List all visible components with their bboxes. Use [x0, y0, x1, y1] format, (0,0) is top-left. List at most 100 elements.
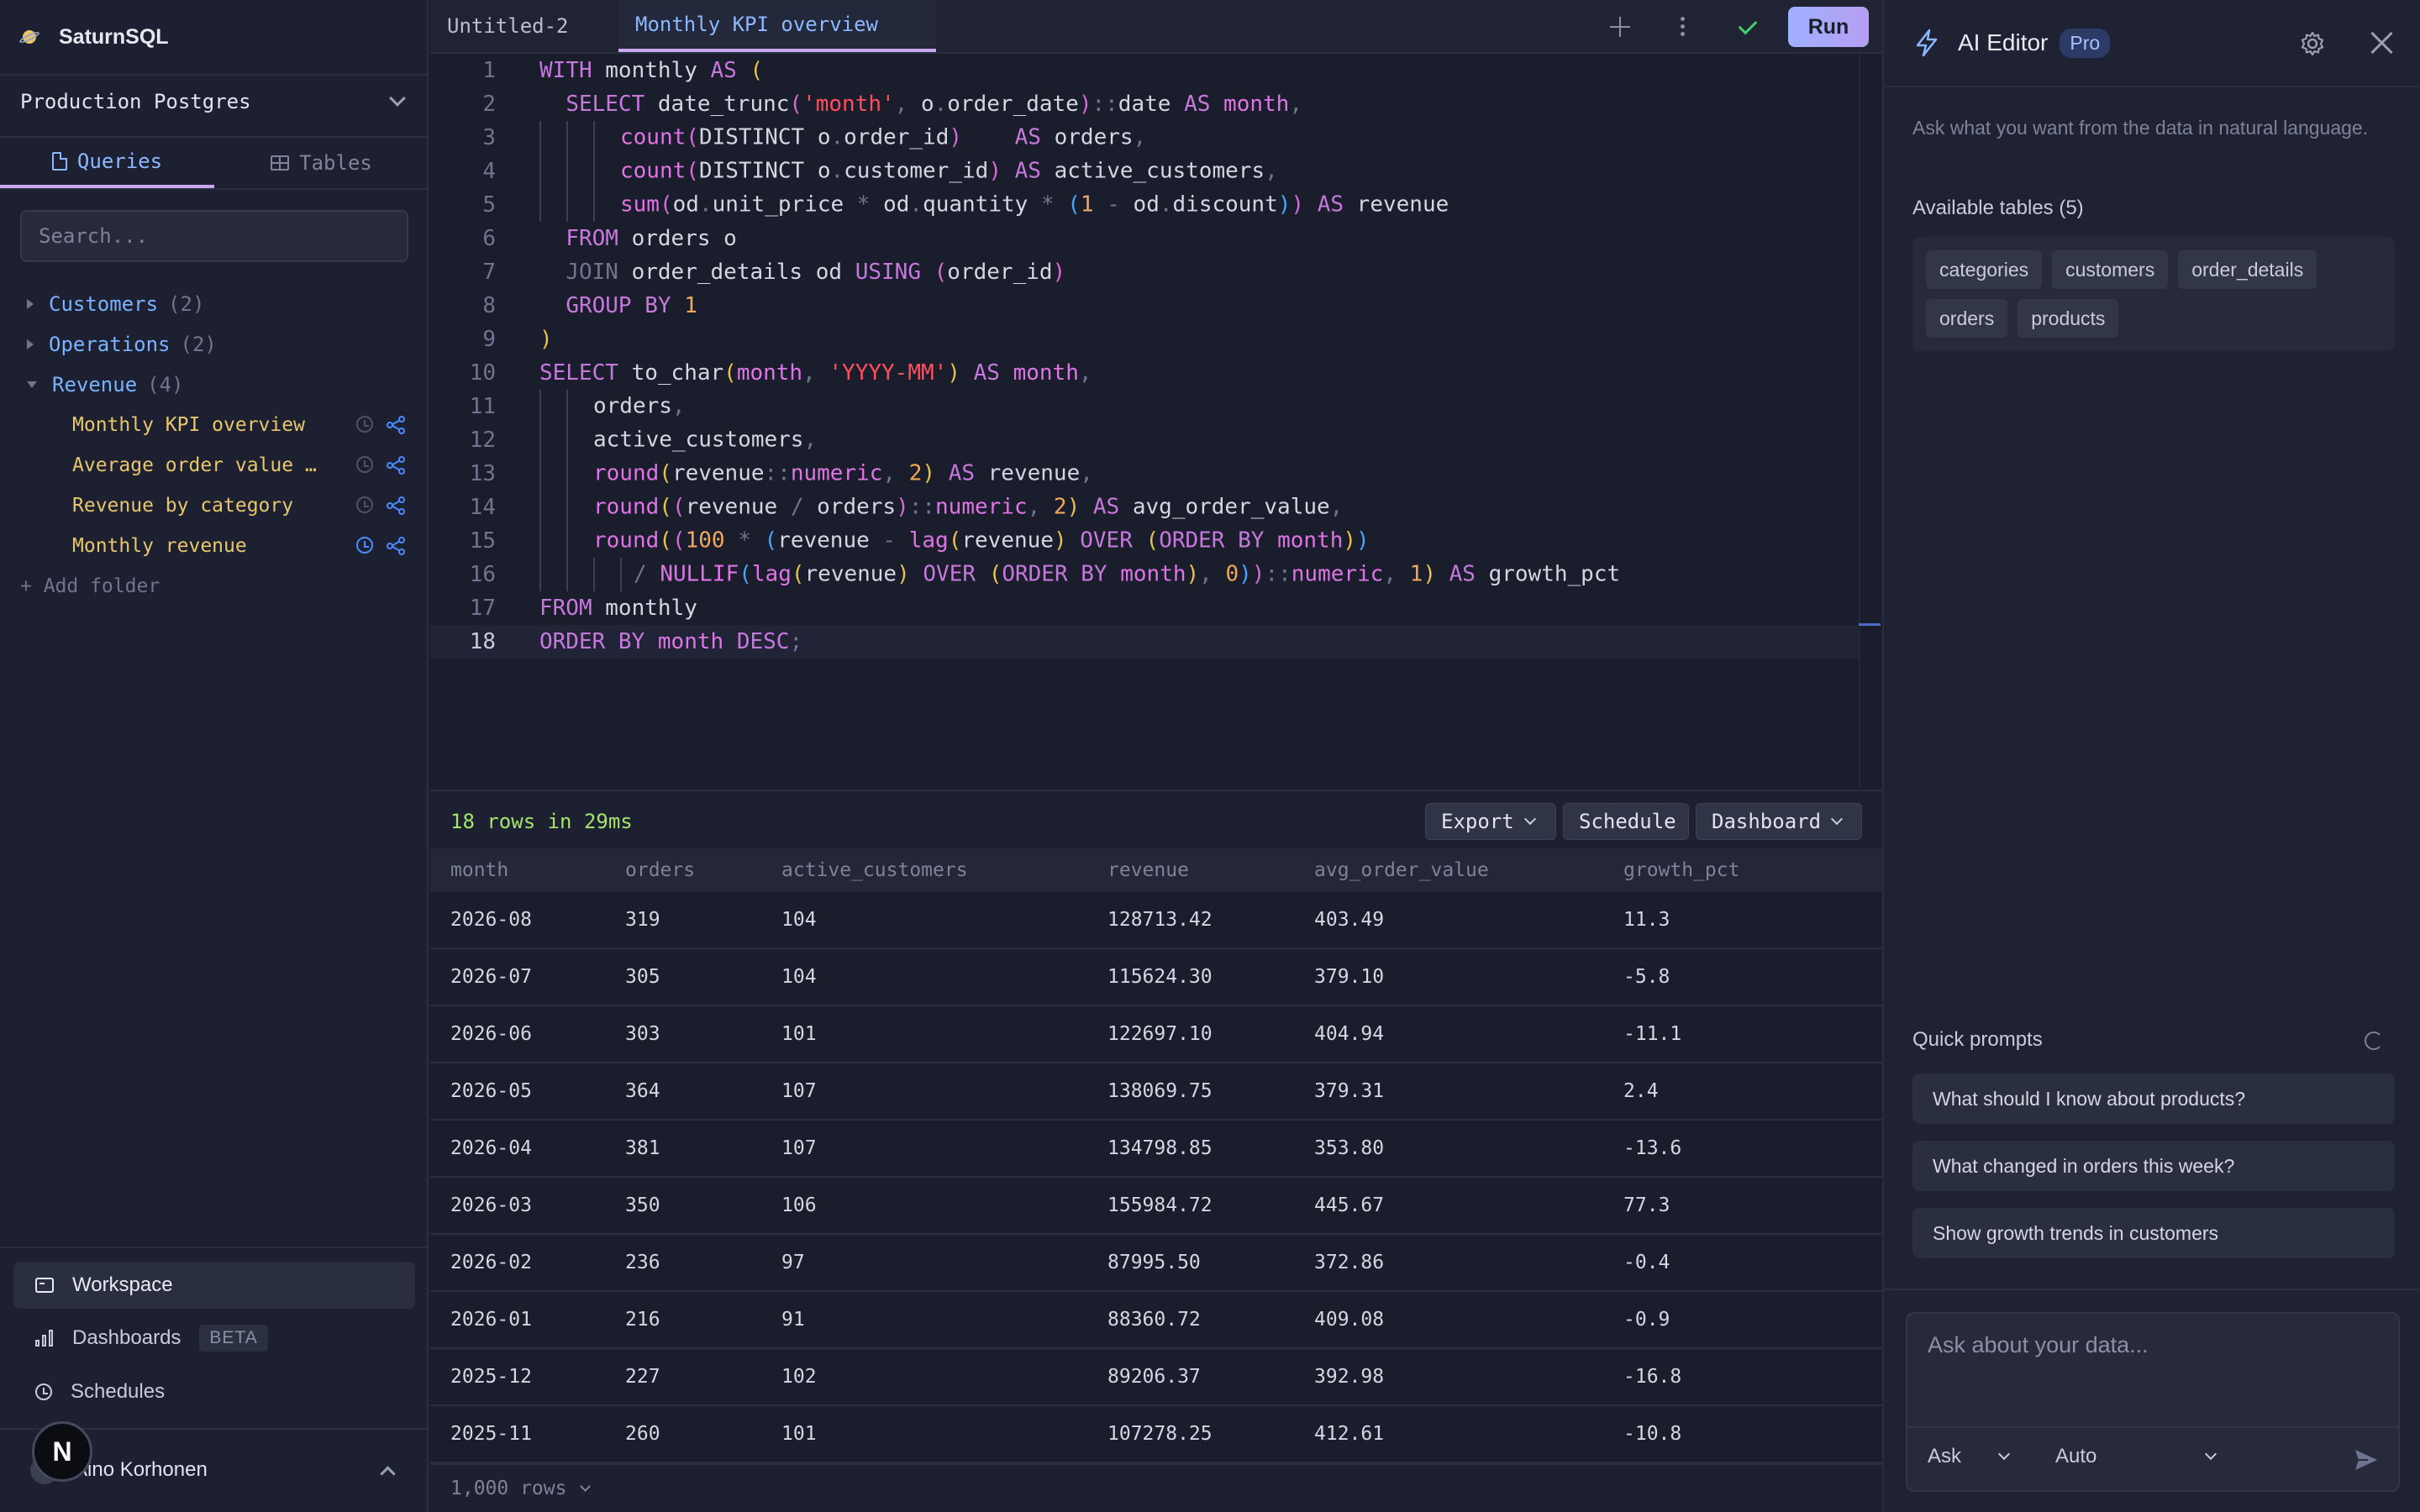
table-cell: 445.67 [1314, 1194, 1385, 1216]
table-row[interactable]: 2026-01 216 91 88360.72 409.08 -0.9 [430, 1292, 1882, 1349]
table-cell: 2026-05 [450, 1080, 532, 1102]
nav-workspace[interactable]: Workspace [13, 1262, 415, 1309]
quick-prompt[interactable]: Show growth trends in customers [1912, 1208, 2395, 1258]
folder-operations[interactable]: Operations (2) [0, 324, 429, 365]
tab-label: Queries [76, 150, 163, 173]
tab-tables[interactable]: Tables [214, 138, 429, 188]
schedule-active-icon[interactable] [356, 537, 373, 554]
table-chip[interactable]: orders [1926, 299, 2008, 338]
table-row[interactable]: 2026-07 305 104 115624.30 379.10 -5.8 [430, 949, 1882, 1006]
query-item[interactable]: Revenue by category [0, 486, 429, 526]
tab-monthly-kpi-overview[interactable]: Monthly KPI overview [618, 0, 936, 52]
table-cell: 104 [781, 909, 817, 931]
table-cell: 107 [781, 1137, 817, 1159]
tab-untitled-2[interactable]: Untitled-2 [430, 0, 617, 52]
ai-input-placeholder: Ask about your data... [1928, 1332, 2149, 1357]
schedule-icon[interactable] [356, 456, 373, 473]
code-line: 1 WITH monthly AS ( [482, 58, 764, 83]
share-icon[interactable] [387, 496, 405, 515]
table-cell: 260 [625, 1423, 660, 1445]
table-cell: 91 [781, 1309, 805, 1331]
code-line: 11 orders, [430, 390, 1859, 423]
results-summary: 18 rows in 29ms [450, 810, 633, 833]
table-row[interactable]: 2026-08 319 104 128713.42 403.49 11.3 [430, 892, 1882, 949]
table-cell: 11.3 [1623, 909, 1670, 931]
user-name: Aino Korhonen [74, 1458, 208, 1481]
code-line: 2 SELECT date_trunc('month', o.order_dat… [482, 92, 1302, 117]
add-folder-button[interactable]: + Add folder [0, 566, 429, 606]
column-header[interactable]: month [430, 859, 605, 881]
tab-queries[interactable]: Queries [0, 138, 214, 188]
nav-dashboards[interactable]: Dashboards BETA [13, 1315, 415, 1362]
query-name: Monthly KPI overview [72, 414, 305, 436]
lightning-icon [1914, 29, 1939, 57]
column-header[interactable]: orders [605, 859, 761, 881]
table-cell: -16.8 [1623, 1366, 1682, 1388]
column-header[interactable]: revenue [1087, 859, 1294, 881]
column-header[interactable]: growth_pct [1603, 859, 1882, 881]
table-row[interactable]: 2026-03 350 106 155984.72 445.67 77.3 [430, 1178, 1882, 1235]
beta-badge: BETA [199, 1325, 268, 1352]
gear-icon[interactable] [2299, 30, 2326, 57]
scrollbar-marker[interactable] [1859, 623, 1881, 626]
folder-count: (2) [180, 333, 217, 356]
table-chip[interactable]: products [2018, 299, 2119, 338]
refresh-icon[interactable] [2365, 1032, 2383, 1050]
table-row[interactable]: 2026-06 303 101 122697.10 404.94 -11.1 [430, 1006, 1882, 1063]
table-cell: 101 [781, 1023, 817, 1045]
table-cell: 409.08 [1314, 1309, 1385, 1331]
dashboard-button[interactable]: Dashboard [1696, 803, 1862, 840]
quick-prompt[interactable]: What should I know about products? [1912, 1074, 2395, 1124]
share-icon[interactable] [387, 537, 405, 555]
ai-prompt-input[interactable]: Ask about your data... Ask Auto [1906, 1312, 2400, 1492]
mode-select[interactable]: Ask [1928, 1445, 2011, 1468]
search-input[interactable]: Search... [20, 210, 408, 262]
schedule-icon[interactable] [356, 416, 373, 433]
query-item[interactable]: Average order value … [0, 445, 429, 486]
table-chip[interactable]: categories [1926, 250, 2043, 289]
export-button[interactable]: Export [1425, 803, 1556, 840]
table-cell: 379.10 [1314, 966, 1385, 988]
close-icon[interactable] [2370, 30, 2395, 55]
table-cell: 236 [625, 1252, 660, 1273]
model-select[interactable]: Auto [2055, 1445, 2217, 1468]
column-header[interactable]: active_customers [761, 859, 1087, 881]
query-item[interactable]: Monthly revenue [0, 526, 429, 566]
ai-panel-header: AI Editor Pro [1884, 0, 2420, 87]
row-limit-selector[interactable]: 1,000 rows [430, 1463, 1882, 1512]
share-icon[interactable] [387, 416, 405, 434]
column-header[interactable]: avg_order_value [1294, 859, 1603, 881]
code-editor[interactable]: 1 WITH monthly AS ( 2 SELECT date_trunc('… [430, 54, 1882, 788]
check-icon[interactable] [1736, 15, 1760, 39]
table-cell: 379.31 [1314, 1080, 1385, 1102]
share-icon[interactable] [387, 456, 405, 475]
folder-customers[interactable]: Customers (2) [0, 284, 429, 324]
more-options-icon[interactable] [1670, 15, 1694, 39]
table-chip[interactable]: customers [2052, 250, 2169, 289]
plus-icon[interactable] [1608, 15, 1632, 39]
table-row[interactable]: 2025-12 227 102 89206.37 392.98 -16.8 [430, 1349, 1882, 1406]
table-row[interactable]: 2025-11 260 101 107278.25 412.61 -10.8 [430, 1406, 1882, 1463]
quick-prompt[interactable]: What changed in orders this week? [1912, 1141, 2395, 1191]
table-body: 2026-08 319 104 128713.42 403.49 11.3 2026-07 3… [430, 892, 1882, 1463]
brand: SaturnSQL [18, 22, 169, 52]
editor-tabbar: Untitled-2 Monthly KPI overview Run [430, 0, 1882, 54]
schedule-button[interactable]: Schedule [1563, 803, 1689, 840]
table-cell: 104 [781, 966, 817, 988]
schedule-icon[interactable] [356, 496, 373, 513]
table-cell: 107278.25 [1107, 1423, 1213, 1445]
table-cell: 134798.85 [1107, 1137, 1213, 1159]
nav-schedules[interactable]: Schedules [13, 1368, 415, 1415]
code-line-current: 18 ORDER BY month DESC; [430, 625, 1859, 659]
table-chip[interactable]: order_details [2178, 250, 2317, 289]
query-item[interactable]: Monthly KPI overview [0, 405, 429, 445]
table-row[interactable]: 2026-02 236 97 87995.50 372.86 -0.4 [430, 1235, 1882, 1292]
folder-revenue[interactable]: Revenue (4) [0, 365, 429, 405]
connection-selector[interactable]: Production Postgres [20, 89, 408, 114]
run-button[interactable]: Run [1788, 7, 1869, 47]
n-badge[interactable]: N [32, 1421, 92, 1482]
table-row[interactable]: 2026-04 381 107 134798.85 353.80 -13.6 [430, 1121, 1882, 1178]
sidebar-tabs: Queries Tables [0, 138, 429, 188]
send-icon[interactable] [2353, 1446, 2380, 1473]
table-row[interactable]: 2026-05 364 107 138069.75 379.31 2.4 [430, 1063, 1882, 1121]
